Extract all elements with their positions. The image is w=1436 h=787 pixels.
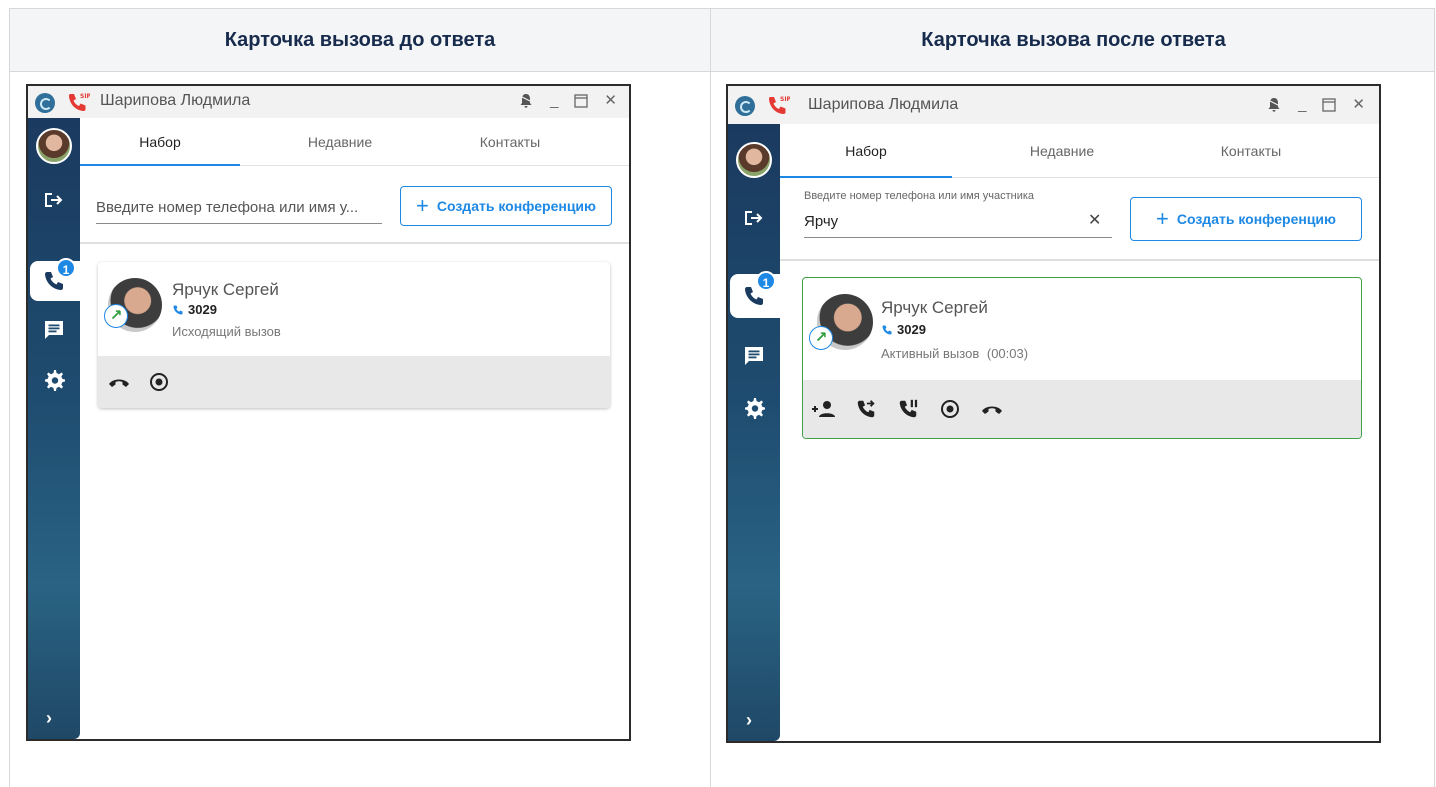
hold-call-icon [899, 399, 918, 418]
search-separator [780, 259, 1379, 261]
phone-number-icon [173, 305, 183, 314]
search-separator [80, 242, 629, 244]
expand-chevron-icon[interactable]: › [46, 708, 52, 729]
call-card[interactable]: ↗ Ярчук Сергей 3029 Активный вызов (00:0… [802, 277, 1362, 439]
settings-gear-icon[interactable] [742, 396, 766, 420]
clear-search-icon[interactable]: ✕ [1088, 210, 1101, 230]
search-underline [96, 223, 382, 224]
chat-icon[interactable] [742, 344, 766, 368]
window-title: Шарипова Людмила [100, 92, 251, 109]
add-participant-icon [812, 401, 835, 417]
search-field-label: Введите номер телефона или имя участника [804, 190, 1035, 202]
plus-icon: + [416, 193, 429, 218]
sidebar: 1 › [728, 124, 780, 741]
tab-bar: Набор Недавние Контакты [80, 118, 629, 166]
header-after-answer: Карточка вызова после ответа [921, 29, 1226, 51]
contact-name: Ярчук Сергей [881, 298, 988, 317]
user-avatar[interactable] [736, 142, 772, 178]
table-header-row: Карточка вызова до ответа Карточка вызов… [10, 8, 1434, 72]
call-status-text: Активный вызов [881, 346, 980, 361]
call-status: Активный вызов (00:03) [881, 346, 1028, 361]
chat-icon[interactable] [42, 318, 66, 342]
window-title: Шарипова Людмила [808, 96, 959, 113]
record-icon [150, 373, 168, 391]
call-actions [98, 356, 610, 408]
hold-call-button[interactable] [895, 396, 921, 422]
app-window-before: SIP Шарипова Людмила _ ✕ 1 › Набор Недав… [26, 84, 631, 741]
hangup-button[interactable] [979, 396, 1005, 422]
add-participant-button[interactable] [811, 396, 837, 422]
hangup-icon [982, 406, 1002, 414]
call-actions [803, 380, 1361, 438]
contact-number-text: 3029 [188, 302, 217, 317]
transfer-call-button[interactable] [853, 396, 879, 422]
tab-contacts[interactable]: Контакты [430, 118, 590, 166]
phone-number-icon [882, 325, 892, 334]
bell-off-icon[interactable] [1266, 97, 1282, 113]
sip-phone-icon: SIP [769, 96, 790, 114]
create-conference-label: Создать конференцию [436, 198, 596, 214]
contact-number: 3029 [881, 322, 926, 337]
search-input[interactable]: Ярчу [804, 213, 1004, 230]
header-before-answer: Карточка вызова до ответа [224, 29, 496, 51]
svg-text:SIP: SIP [80, 93, 90, 100]
column-divider [710, 8, 711, 787]
search-input[interactable]: Введите номер телефона или имя у... [96, 199, 386, 216]
call-status: Исходящий вызов [172, 324, 281, 339]
tab-dial[interactable]: Набор [80, 118, 240, 166]
title-bar: SIP Шарипова Людмила _ ✕ [28, 86, 629, 118]
minimize-icon[interactable]: _ [1298, 96, 1306, 114]
call-timer: (00:03) [986, 346, 1029, 361]
call-card[interactable]: ↗ Ярчук Сергей 3029 Исходящий вызов [98, 262, 610, 408]
sip-phone-icon: SIP [69, 93, 90, 111]
hangup-button[interactable] [106, 369, 132, 395]
tab-recent[interactable]: Недавние [260, 118, 420, 166]
tab-contacts[interactable]: Контакты [1165, 124, 1337, 178]
svg-text:SIP: SIP [780, 96, 790, 103]
user-avatar[interactable] [36, 128, 72, 164]
record-icon [941, 400, 959, 418]
active-tab-indicator [780, 176, 952, 178]
hangup-icon [109, 379, 129, 387]
tab-dial[interactable]: Набор [780, 124, 952, 178]
search-underline [804, 237, 1112, 238]
tab-bar: Набор Недавние Контакты [780, 124, 1379, 178]
plus-icon: + [1156, 206, 1169, 231]
record-button[interactable] [937, 396, 963, 422]
expand-chevron-icon[interactable]: › [746, 710, 752, 731]
tab-recent[interactable]: Недавние [976, 124, 1148, 178]
contact-number-text: 3029 [897, 322, 926, 337]
outgoing-call-icon: ↗ [809, 326, 833, 350]
calls-count-badge: 1 [56, 258, 76, 278]
calls-count-badge: 1 [756, 271, 776, 291]
sidebar: 1 › [28, 118, 80, 739]
logout-icon[interactable] [742, 206, 766, 230]
bell-off-icon[interactable] [518, 93, 534, 109]
app-window-after: SIP Шарипова Людмила _ ✕ 1 › Набор Недав… [726, 84, 1381, 743]
active-tab-indicator [80, 164, 240, 166]
create-conference-label: Создать конференцию [1176, 211, 1336, 227]
minimize-icon[interactable]: _ [550, 92, 558, 110]
maximize-icon[interactable] [1322, 98, 1337, 112]
record-button[interactable] [146, 369, 172, 395]
contact-number: 3029 [172, 302, 217, 317]
close-icon[interactable]: ✕ [604, 92, 617, 110]
app-logo-icon [35, 93, 55, 113]
maximize-icon[interactable] [574, 94, 589, 108]
outgoing-call-icon: ↗ [104, 304, 128, 328]
title-bar: SIP Шарипова Людмила _ ✕ [728, 86, 1379, 124]
contact-name: Ярчук Сергей [172, 280, 279, 299]
create-conference-button[interactable]: + Создать конференцию [1130, 197, 1362, 241]
create-conference-button[interactable]: + Создать конференцию [400, 186, 612, 226]
close-icon[interactable]: ✕ [1352, 96, 1365, 114]
transfer-call-icon [857, 400, 875, 418]
settings-gear-icon[interactable] [42, 368, 66, 392]
logout-icon[interactable] [42, 188, 66, 212]
app-logo-icon [735, 96, 755, 116]
